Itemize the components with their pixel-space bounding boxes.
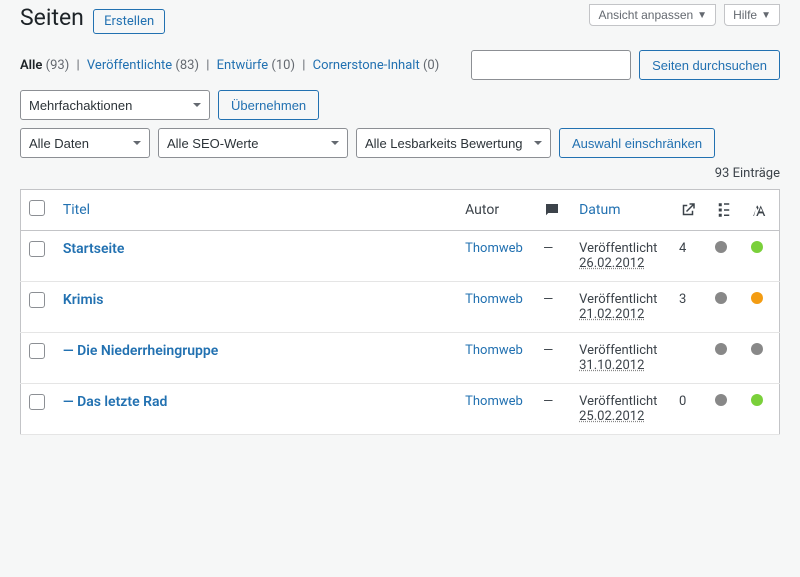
incoming-count: 0 (671, 384, 707, 435)
search-button[interactable]: Seiten durchsuchen (639, 50, 780, 80)
author-link[interactable]: Thomweb (465, 241, 523, 256)
date-filter-select[interactable]: Alle Daten (20, 128, 150, 158)
select-all-checkbox[interactable] (29, 200, 45, 216)
row-checkbox[interactable] (29, 343, 45, 359)
seo-filter-select[interactable]: Alle SEO-Werte (158, 128, 348, 158)
readability-dot (751, 394, 763, 406)
page-title-link[interactable]: — Das letzte Rad (63, 394, 168, 410)
readability-dot (751, 292, 763, 304)
create-button[interactable]: Erstellen (93, 9, 165, 34)
caret-down-icon: ▼ (761, 10, 771, 21)
table-row: Startseite Thomweb — Veröffentlicht26.02… (21, 231, 780, 282)
screen-options-button[interactable]: Ansicht anpassen ▼ (589, 4, 716, 26)
col-title[interactable]: Titel (63, 202, 90, 218)
comments-icon (543, 201, 561, 219)
comments-cell: — (535, 231, 571, 282)
filter-published[interactable]: Veröffentlichte (87, 58, 172, 73)
author-link[interactable]: Thomweb (465, 394, 523, 409)
table-row: — Die Niederrheingruppe Thomweb — Veröff… (21, 333, 780, 384)
filter-cornerstone[interactable]: Cornerstone-Inhalt (313, 58, 420, 73)
author-link[interactable]: Thomweb (465, 343, 523, 358)
incoming-count: 4 (671, 231, 707, 282)
apply-button[interactable]: Übernehmen (218, 90, 319, 120)
readability-dot (751, 343, 763, 355)
page-title-link[interactable]: — Die Niederrheingruppe (63, 343, 218, 359)
filter-all[interactable]: Alle (20, 58, 42, 73)
col-date[interactable]: Datum (579, 202, 620, 218)
page-title-link[interactable]: Startseite (63, 241, 124, 257)
col-author: Autor (457, 190, 535, 231)
incoming-count: 3 (671, 282, 707, 333)
pages-table: Titel Autor Datum Startseite Thomweb — V… (20, 189, 780, 435)
page-title-link[interactable]: Krimis (63, 292, 104, 308)
row-checkbox[interactable] (29, 292, 45, 308)
comments-cell: — (535, 384, 571, 435)
comments-cell: — (535, 333, 571, 384)
filter-button[interactable]: Auswahl einschränken (559, 128, 715, 158)
table-row: — Das letzte Rad Thomweb — Veröffentlich… (21, 384, 780, 435)
bulk-action-select[interactable]: Mehrfachaktionen (20, 90, 210, 120)
help-button[interactable]: Hilfe ▼ (724, 4, 780, 26)
seo-dot (715, 343, 727, 355)
row-checkbox[interactable] (29, 394, 45, 410)
incoming-count (671, 333, 707, 384)
seo-score-icon (715, 201, 733, 219)
readability-dot (751, 241, 763, 253)
row-checkbox[interactable] (29, 241, 45, 257)
seo-dot (715, 241, 727, 253)
readability-filter-select[interactable]: Alle Lesbarkeits Bewertung (356, 128, 551, 158)
date-cell: Veröffentlicht25.02.2012 (571, 384, 671, 435)
seo-dot (715, 292, 727, 304)
search-input[interactable] (471, 50, 631, 80)
table-row: Krimis Thomweb — Veröffentlicht21.02.201… (21, 282, 780, 333)
caret-down-icon: ▼ (697, 10, 707, 21)
readability-icon (751, 201, 769, 219)
seo-dot (715, 394, 727, 406)
author-link[interactable]: Thomweb (465, 292, 523, 307)
filter-drafts[interactable]: Entwürfe (217, 58, 269, 73)
status-filters: Alle (93) | Veröffentlichte (83) | Entwü… (20, 58, 439, 73)
comments-cell: — (535, 282, 571, 333)
date-cell: Veröffentlicht21.02.2012 (571, 282, 671, 333)
date-cell: Veröffentlicht31.10.2012 (571, 333, 671, 384)
incoming-links-icon (679, 201, 697, 219)
entries-count: 93 Einträge (715, 166, 780, 181)
date-cell: Veröffentlicht26.02.2012 (571, 231, 671, 282)
page-title: Seiten (20, 4, 84, 31)
